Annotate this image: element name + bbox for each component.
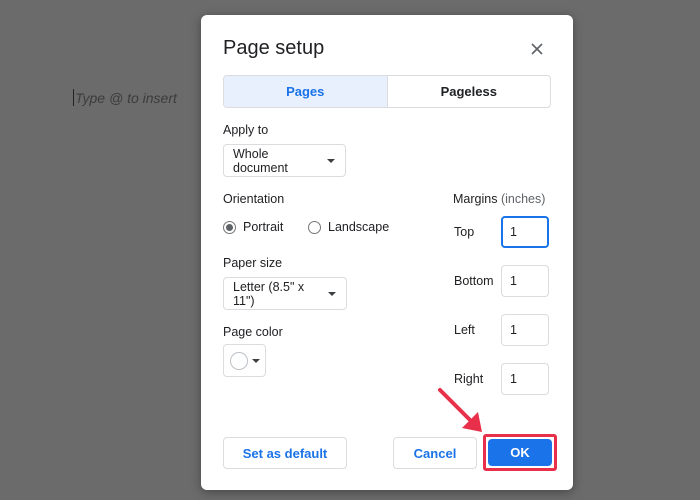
margin-right-input[interactable] — [501, 363, 549, 395]
apply-to-label: Apply to — [223, 123, 269, 137]
paper-size-label: Paper size — [223, 256, 283, 270]
radio-unchecked-icon — [308, 220, 321, 234]
margins-label: Margins (inches) — [453, 192, 545, 206]
dropdown-arrow-icon — [328, 291, 336, 296]
page-color-picker[interactable] — [223, 344, 266, 377]
color-swatch-icon — [230, 351, 248, 370]
ok-button[interactable]: OK — [488, 439, 552, 466]
orientation-label: Orientation — [223, 192, 285, 206]
tab-pageless[interactable]: Pageless — [388, 76, 551, 107]
dropdown-arrow-icon — [327, 158, 335, 163]
insert-hint-text: Type @ to insert — [75, 89, 177, 106]
margin-top-input[interactable] — [501, 216, 549, 248]
margin-left-input[interactable] — [501, 314, 549, 346]
set-as-default-button[interactable]: Set as default — [223, 437, 347, 469]
landscape-label: Landscape — [328, 220, 390, 234]
paper-size-select[interactable]: Letter (8.5" x 11") — [223, 277, 347, 310]
margin-left-label: Left — [454, 323, 475, 337]
margins-title: Margins — [453, 192, 498, 206]
margins-unit: (inches) — [500, 192, 546, 206]
paper-size-value: Letter (8.5" x 11") — [233, 279, 305, 308]
close-icon — [531, 43, 543, 55]
portrait-label: Portrait — [243, 220, 284, 234]
apply-to-select[interactable]: Whole document — [223, 144, 346, 177]
margin-bottom-input[interactable] — [501, 265, 549, 297]
text-cursor — [73, 89, 74, 106]
margin-top-label: Top — [454, 225, 475, 239]
radio-checked-icon — [223, 220, 236, 234]
margin-bottom-label: Bottom — [454, 274, 494, 288]
landscape-radio[interactable]: Landscape — [308, 220, 389, 234]
annotation-arrow-icon — [438, 388, 482, 432]
close-button[interactable] — [527, 39, 547, 59]
apply-to-value: Whole document — [233, 146, 288, 175]
dialog-title: Page setup — [223, 37, 325, 59]
document-insert-hint[interactable]: Type @ to insert — [73, 89, 177, 106]
dropdown-arrow-icon — [252, 358, 260, 363]
page-setup-dialog: Page setup Pages Pageless Apply to Whole… — [201, 15, 573, 490]
page-mode-toggle: Pages Pageless — [223, 75, 551, 108]
portrait-radio[interactable]: Portrait — [223, 220, 283, 234]
page-color-label: Page color — [223, 325, 283, 339]
tab-pages[interactable]: Pages — [224, 76, 388, 107]
